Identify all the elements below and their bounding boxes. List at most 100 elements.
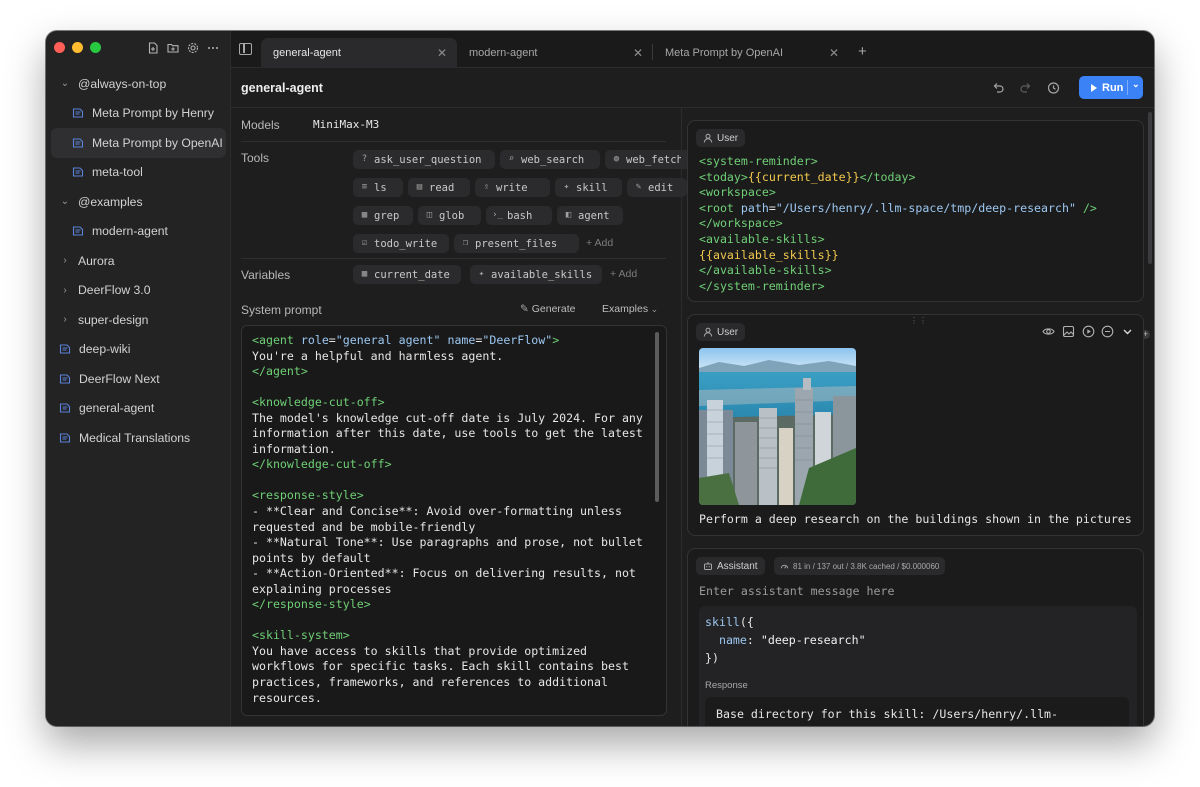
prompt-file-icon bbox=[72, 108, 84, 118]
tool-chip-label: agent bbox=[578, 209, 610, 222]
tab-general-agent[interactable]: general-agent ✕ bbox=[261, 38, 457, 68]
play-circle-icon[interactable] bbox=[1082, 325, 1095, 338]
chevron-down-icon[interactable]: ⌄ bbox=[60, 196, 70, 207]
sidebar-item-examples[interactable]: ⌄ @examples bbox=[46, 187, 231, 217]
user-message-text[interactable]: <system-reminder> <today>{{current_date}… bbox=[699, 154, 1097, 294]
sidebar-item-meta-prompt-by-openai[interactable]: Meta Prompt by OpenAI bbox=[51, 128, 226, 158]
tab-modern-agent[interactable]: modern-agent ✕ bbox=[457, 38, 653, 68]
sidebar-item-label: meta-tool bbox=[92, 165, 143, 180]
run-button[interactable]: Run ⌄ bbox=[1079, 76, 1143, 99]
prompt-file-icon bbox=[59, 403, 71, 413]
sidebar-item-deerflow-next[interactable]: DeerFlow Next bbox=[46, 364, 231, 394]
chevron-right-icon[interactable]: › bbox=[60, 255, 70, 266]
system-prompt-editor[interactable]: <agent role="general agent" name="DeerFl… bbox=[241, 325, 667, 716]
add-variable-button[interactable]: + Add bbox=[610, 268, 637, 280]
undo-icon[interactable] bbox=[991, 81, 1005, 95]
tool-response-text[interactable]: Base directory for this skill: /Users/he… bbox=[716, 706, 1058, 722]
add-tool-button[interactable]: + Add bbox=[586, 237, 613, 249]
gauge-icon bbox=[780, 564, 789, 569]
more-options-icon[interactable] bbox=[207, 42, 219, 54]
assistant-message-card: Assistant 81 in / 137 out / 3.8K cached … bbox=[687, 548, 1144, 726]
chevron-down-icon[interactable]: ⌄ bbox=[60, 78, 70, 89]
sidebar-item-meta-prompt-by-henry[interactable]: Meta Prompt by Henry bbox=[46, 99, 231, 129]
sidebar-item-general-agent[interactable]: general-agent bbox=[46, 394, 231, 424]
remove-circle-icon[interactable] bbox=[1101, 325, 1114, 338]
system-prompt-text[interactable]: <agent role="general agent" name="DeerFl… bbox=[252, 333, 643, 706]
chevron-right-icon[interactable]: › bbox=[60, 314, 70, 325]
minimize-window-button[interactable] bbox=[72, 42, 83, 53]
run-options-chevron-icon[interactable]: ⌄ bbox=[1132, 79, 1140, 90]
sidebar-item-super-design[interactable]: › super-design bbox=[46, 305, 231, 335]
history-icon[interactable] bbox=[1046, 81, 1060, 95]
role-badge-user[interactable]: User bbox=[696, 129, 746, 147]
sidebar-item-label: Meta Prompt by OpenAI bbox=[92, 135, 223, 150]
tool-chip-agent[interactable]: ◧ agent bbox=[557, 206, 623, 225]
variable-chip-label: available_skills bbox=[491, 268, 593, 281]
tool-chip-ls[interactable]: ≡ ls bbox=[353, 178, 403, 197]
messages-scrollbar[interactable] bbox=[1148, 112, 1152, 264]
drag-handle-icon[interactable]: ⋮⋮ bbox=[910, 316, 928, 325]
tool-chip-label: todo_write bbox=[374, 237, 438, 250]
assistant-message-input[interactable]: Enter assistant message here bbox=[699, 584, 894, 598]
sidebar-item-label: super-design bbox=[78, 312, 149, 327]
collapse-chevron-icon[interactable] bbox=[1121, 325, 1134, 338]
sidebar-item-meta-tool[interactable]: meta-tool bbox=[46, 158, 231, 188]
toggle-sidebar-icon[interactable] bbox=[239, 43, 252, 55]
tool-chip-grep[interactable]: ▦ grep bbox=[353, 206, 413, 225]
examples-dropdown[interactable]: Examples ⌄ bbox=[602, 303, 658, 315]
eye-icon[interactable] bbox=[1042, 325, 1055, 338]
variable-chip-available-skills[interactable]: ✦ available_skills bbox=[470, 265, 602, 284]
examples-label: Examples bbox=[602, 303, 649, 315]
variable-chip-current-date[interactable]: ▦ current_date bbox=[353, 265, 461, 284]
sidebar-item-deep-wiki[interactable]: deep-wiki bbox=[46, 335, 231, 365]
sidebar-item-always-on-top[interactable]: ⌄ @always-on-top bbox=[46, 69, 231, 99]
redo-icon[interactable] bbox=[1019, 81, 1033, 95]
role-badge-assistant[interactable]: Assistant bbox=[696, 557, 765, 575]
tool-chip-web-search[interactable]: ⌕ web_search bbox=[500, 150, 600, 169]
new-folder-icon[interactable] bbox=[167, 42, 179, 54]
chevron-right-icon[interactable]: › bbox=[60, 285, 70, 296]
close-tab-icon[interactable]: ✕ bbox=[437, 46, 447, 60]
tool-chip-label: read bbox=[429, 181, 455, 194]
prompt-tree: ⌄ @always-on-top Meta Prompt by Henry Meta … bbox=[46, 69, 231, 453]
tool-icon: ◫ bbox=[426, 210, 433, 220]
tool-chip-bash[interactable]: ›_ bash bbox=[486, 206, 552, 225]
attached-image-hong-kong-skyline[interactable] bbox=[699, 348, 856, 505]
tool-call-arg-value: "deep-research" bbox=[760, 633, 866, 647]
sidebar-item-medical-translations[interactable]: Medical Translations bbox=[46, 423, 231, 453]
editor-scrollbar[interactable] bbox=[655, 332, 659, 502]
new-tab-icon[interactable]: + bbox=[858, 43, 867, 60]
tool-chip-glob[interactable]: ◫ glob bbox=[418, 206, 481, 225]
add-image-icon[interactable] bbox=[1062, 325, 1075, 338]
usage-stats-badge: 81 in / 137 out / 3.8K cached / $0.00006… bbox=[774, 557, 946, 575]
sidebar-item-modern-agent[interactable]: modern-agent bbox=[46, 217, 231, 247]
close-tab-icon[interactable]: ✕ bbox=[633, 46, 643, 60]
user-message-text[interactable]: Perform a deep research on the buildings… bbox=[699, 512, 1132, 526]
tool-chip-skill[interactable]: ✦ skill bbox=[555, 178, 622, 197]
sidebar-item-label: Aurora bbox=[78, 253, 115, 268]
tool-chip-ask-user-question[interactable]: ? ask_user_question bbox=[353, 150, 495, 169]
tool-chip-label: web_search bbox=[521, 153, 585, 166]
tool-icon: ? bbox=[361, 154, 368, 164]
settings-gear-icon[interactable] bbox=[187, 42, 199, 54]
model-select[interactable]: MiniMax-M3 bbox=[313, 118, 379, 131]
sidebar-item-deerflow-3-0[interactable]: › DeerFlow 3.0 bbox=[46, 276, 231, 306]
page-title: general-agent bbox=[241, 81, 323, 95]
tool-chip-present-files[interactable]: ❐ present_files bbox=[454, 234, 579, 253]
tool-chip-read[interactable]: ▤ read bbox=[408, 178, 470, 197]
sidebar-item-aurora[interactable]: › Aurora bbox=[46, 246, 231, 276]
maximize-window-button[interactable] bbox=[90, 42, 101, 53]
generate-button[interactable]: ✎ Generate bbox=[520, 303, 576, 315]
close-tab-icon[interactable]: ✕ bbox=[829, 46, 839, 60]
tools-label: Tools bbox=[241, 151, 270, 165]
tool-chip-write[interactable]: ⇪ write bbox=[475, 178, 550, 197]
prompt-file-icon bbox=[72, 226, 84, 236]
role-badge-user[interactable]: User bbox=[696, 323, 746, 341]
tool-icon: ☑ bbox=[361, 238, 368, 248]
tool-chip-todo-write[interactable]: ☑ todo_write bbox=[353, 234, 449, 253]
close-window-button[interactable] bbox=[54, 42, 65, 53]
new-file-icon[interactable] bbox=[147, 42, 159, 54]
tab-meta-prompt-openai[interactable]: Meta Prompt by OpenAI ✕ bbox=[653, 38, 849, 68]
sidebar: ⌄ @always-on-top Meta Prompt by Henry Meta … bbox=[46, 31, 231, 726]
tool-chip-edit[interactable]: ✎ edit bbox=[627, 178, 687, 197]
